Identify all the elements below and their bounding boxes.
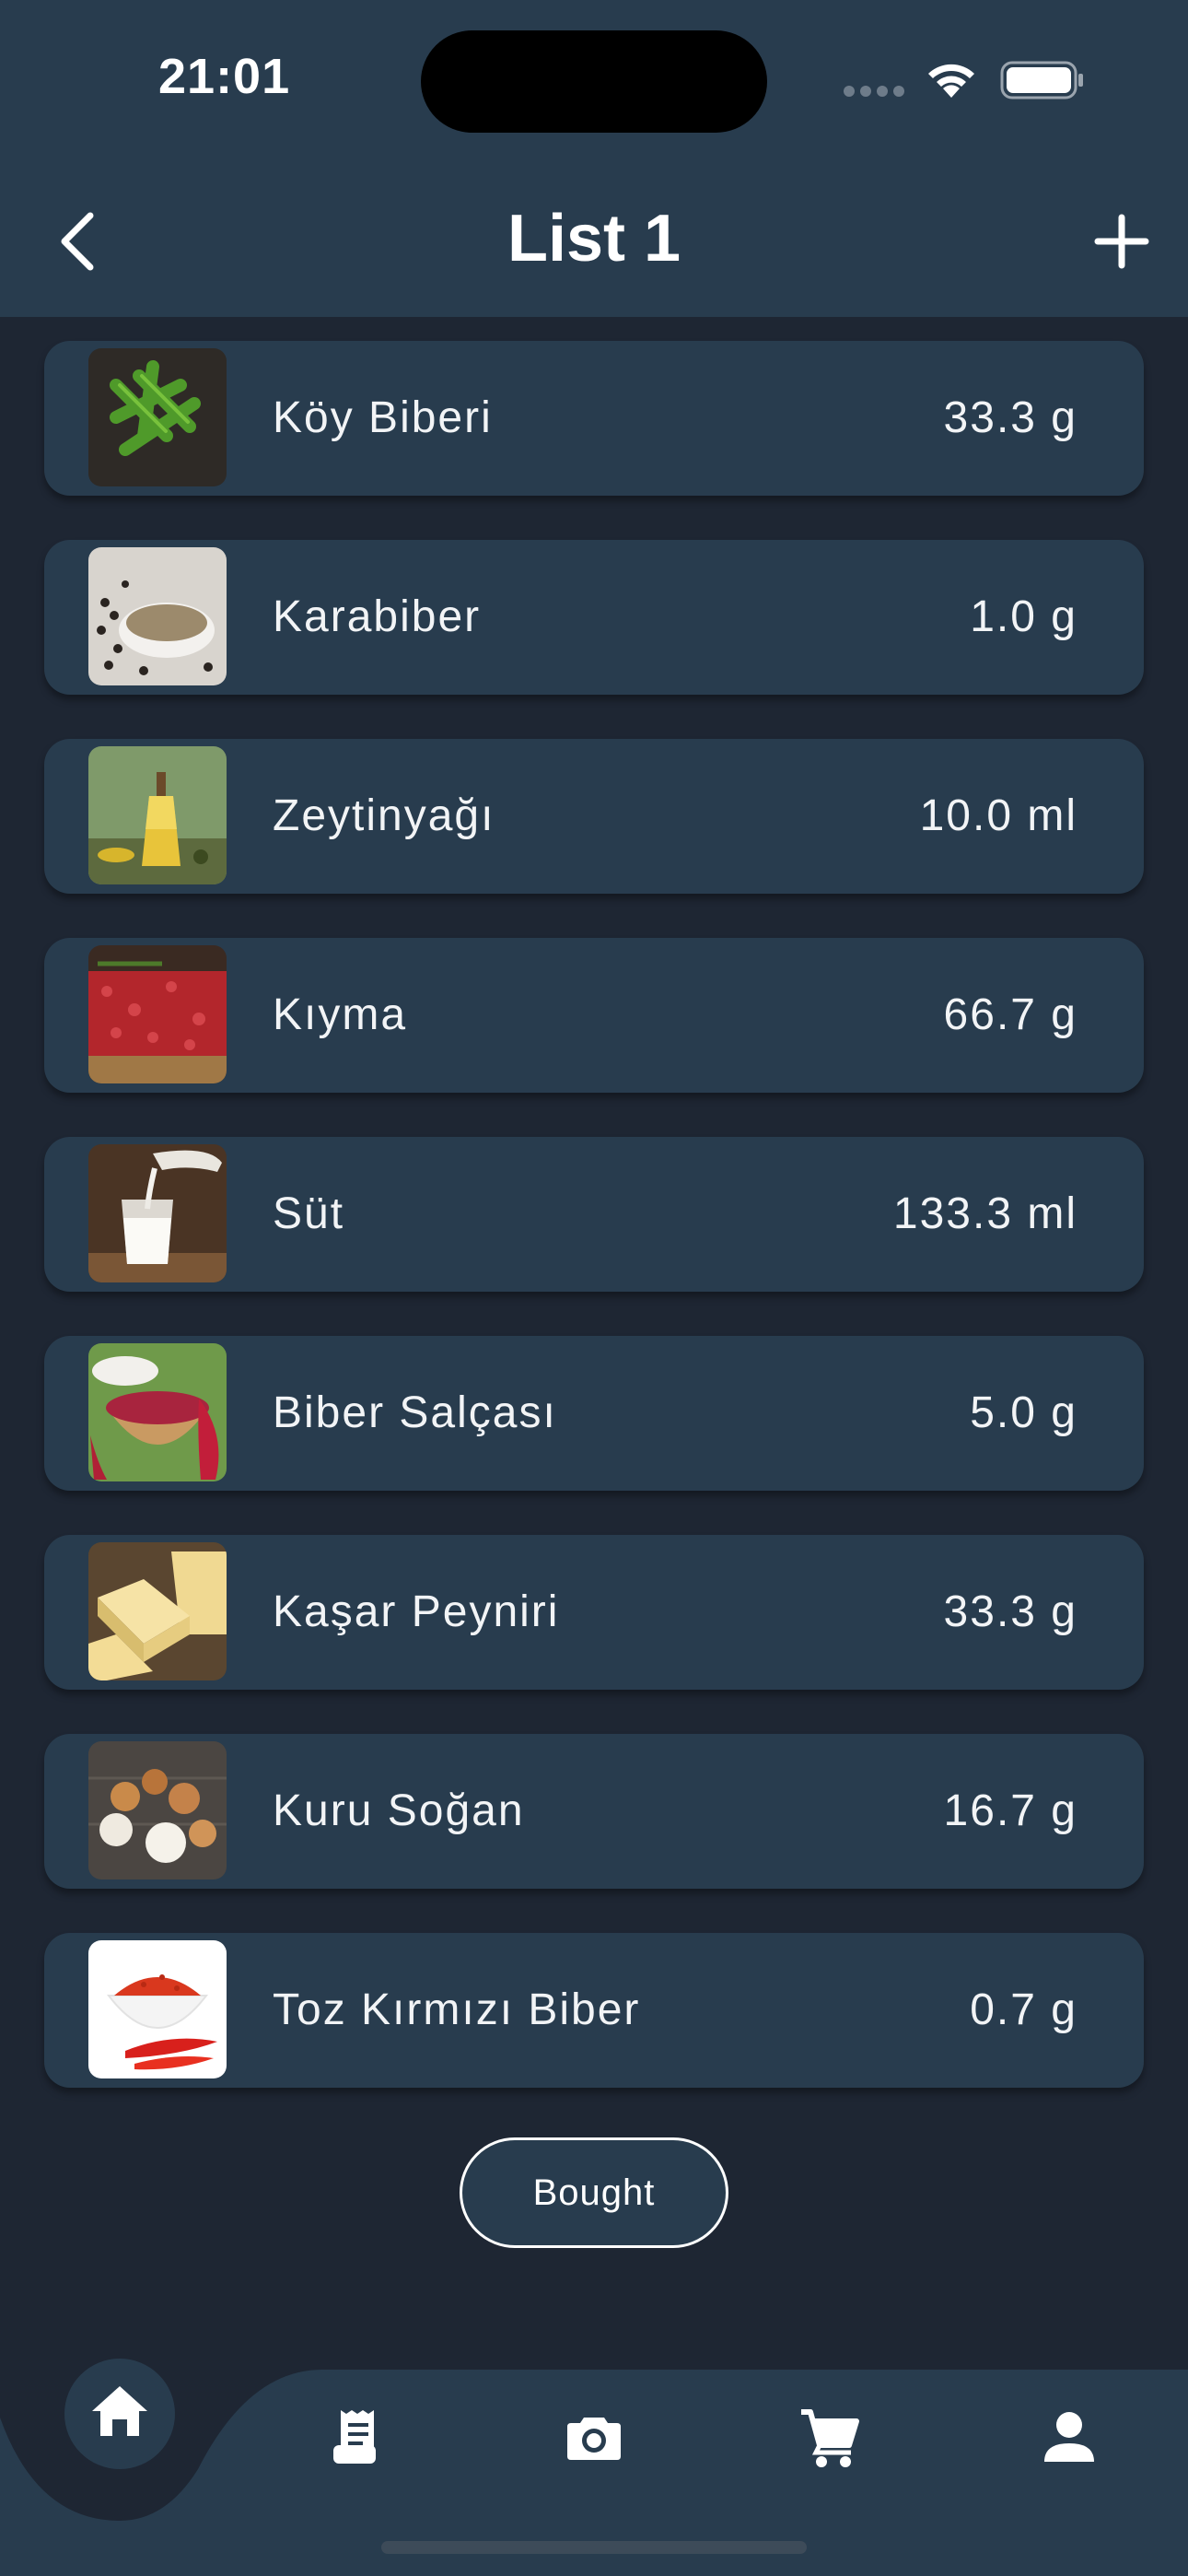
item-quantity: 16.7 g [943,1786,1077,1835]
item-image-red-pepper-flakes [88,1940,227,2078]
item-name: Biber Salçası [273,1388,557,1437]
item-quantity: 0.7 g [970,1985,1077,2034]
item-image-milk [88,1144,227,1282]
cart-icon[interactable] [798,2405,862,2469]
add-button[interactable] [1092,212,1151,271]
status-time: 21:01 [158,49,291,104]
list-item[interactable]: Toz Kırmızı Biber 0.7 g [44,1933,1144,2088]
item-image-onions [88,1741,227,1879]
list-item[interactable]: Karabiber 1.0 g [44,540,1144,695]
item-quantity: 1.0 g [970,592,1077,641]
item-image-ground-meat [88,945,227,1083]
list-item[interactable]: Kuru Soğan 16.7 g [44,1734,1144,1889]
item-image-olive-oil [88,746,227,884]
item-image-pepper-paste [88,1343,227,1481]
screen: 21:01 List 1 Köy Biberi 33.3 g Karabiber… [0,0,1188,2576]
signal-icon [844,85,910,101]
shopping-list: Köy Biberi 33.3 g Karabiber 1.0 g Zeytin… [44,341,1144,2132]
item-image-black-pepper [88,547,227,685]
item-name: Zeytinyağı [273,791,495,840]
item-quantity: 33.3 g [943,393,1077,442]
home-indicator [381,2541,807,2554]
item-name: Kaşar Peyniri [273,1587,560,1636]
item-name: Toz Kırmızı Biber [273,1985,641,2034]
list-item[interactable]: Süt 133.3 ml [44,1137,1144,1292]
list-item[interactable]: Biber Salçası 5.0 g [44,1336,1144,1491]
item-name: Kuru Soğan [273,1786,525,1835]
nav-tab-home[interactable] [64,2359,175,2469]
item-quantity: 33.3 g [943,1587,1077,1636]
profile-icon[interactable] [1037,2405,1101,2469]
item-quantity: 10.0 ml [919,791,1077,840]
item-quantity: 5.0 g [970,1388,1077,1437]
item-name: Karabiber [273,592,482,641]
camera-icon[interactable] [562,2405,626,2469]
item-name: Süt [273,1189,345,1238]
item-image-kashar-cheese [88,1542,227,1680]
item-image-green-peppers [88,348,227,486]
battery-icon [1000,61,1083,100]
item-name: Kıyma [273,990,408,1039]
home-icon [92,2386,147,2436]
page-title: List 1 [507,202,681,275]
list-item[interactable]: Kaşar Peyniri 33.3 g [44,1535,1144,1690]
dynamic-island [421,30,767,133]
item-name: Köy Biberi [273,393,493,442]
item-quantity: 133.3 ml [892,1189,1077,1238]
list-item[interactable]: Kıyma 66.7 g [44,938,1144,1093]
list-item[interactable]: Köy Biberi 33.3 g [44,341,1144,496]
list-item[interactable]: Zeytinyağı 10.0 ml [44,739,1144,894]
receipt-icon[interactable] [324,2405,389,2469]
item-quantity: 66.7 g [943,990,1077,1039]
bought-button[interactable]: Bought [460,2137,728,2248]
wifi-icon [928,64,974,98]
app-header: 21:01 List 1 [0,0,1188,317]
